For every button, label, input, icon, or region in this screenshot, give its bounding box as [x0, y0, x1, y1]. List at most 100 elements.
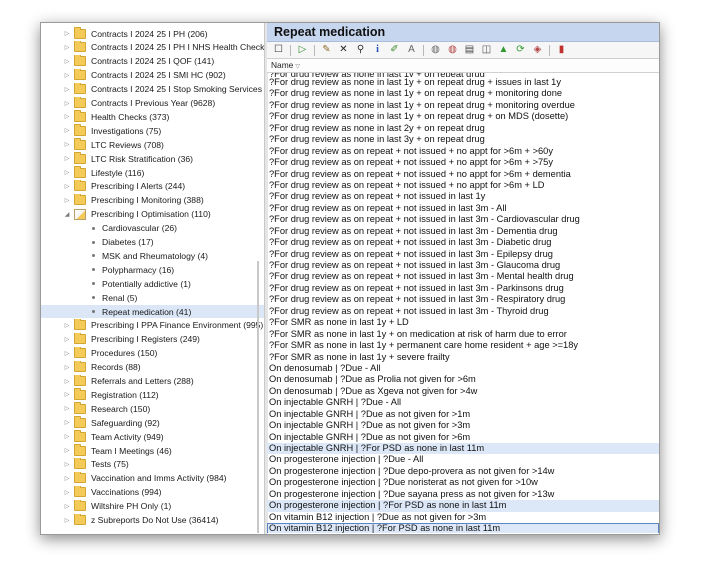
list-item[interactable]: ?For drug review as on repeat + not issu… — [267, 271, 659, 282]
list-item[interactable]: ?For SMR as none in last 1y + permanent … — [267, 340, 659, 351]
tree-item[interactable]: ▷ Registration (112) — [41, 388, 264, 401]
report-icon[interactable]: ▤ — [462, 43, 477, 57]
list-item[interactable]: ?For drug review as none in last 1y + on… — [267, 100, 659, 111]
info-icon[interactable]: i — [370, 43, 385, 57]
list-item[interactable]: On injectable GNRH | ?Due as not given f… — [267, 432, 659, 443]
tree-item[interactable]: ▷ Records (88) — [41, 360, 264, 374]
expand-icon[interactable]: ▷ — [63, 100, 71, 107]
list-item[interactable]: On vitamin B12 injection | ?Due as not g… — [267, 512, 659, 523]
expand-icon[interactable]: ▷ — [63, 30, 71, 37]
tree-item[interactable]: ▷ Wiltshire PH Only (1) — [41, 499, 264, 513]
tree-item[interactable]: ▷ Team Activity (949) — [41, 430, 264, 443]
list-item[interactable]: On progesterone injection | ?For PSD as … — [267, 500, 659, 512]
new-icon[interactable]: ☐ — [271, 43, 286, 57]
list-item[interactable]: ?For drug review as on repeat + not issu… — [267, 283, 659, 294]
tree-item[interactable]: ▷ Contracts I Previous Year (9628) — [41, 96, 264, 110]
tree-item[interactable]: Renal (5) — [41, 291, 264, 304]
expand-icon[interactable]: ▷ — [63, 197, 71, 204]
list-item[interactable]: On vitamin B12 injection | ?For PSD as n… — [267, 523, 659, 533]
tree-item[interactable]: ▷ Prescribing I Registers (249) — [41, 332, 264, 346]
list-item[interactable]: On progesterone injection | ?Due - All — [267, 454, 659, 465]
list-item[interactable]: ?For drug review as none in last 3y + on… — [267, 134, 659, 145]
tree-item[interactable]: ▷ Procedures (150) — [41, 346, 264, 360]
import-icon[interactable]: ◍ — [445, 43, 460, 57]
list-item[interactable]: On progesterone injection | ?Due noriste… — [267, 477, 659, 488]
list-item[interactable]: ?For drug review as on repeat + not issu… — [267, 294, 659, 305]
delete-icon[interactable]: ✕ — [336, 43, 351, 57]
tree-item[interactable]: ▷ LTC Reviews (708) — [41, 138, 264, 151]
expand-icon[interactable]: ▷ — [63, 391, 71, 398]
list-item[interactable]: On progesterone injection | ?Due depo-pr… — [267, 466, 659, 477]
list-item[interactable]: ?For drug review as none in last 1y + on… — [267, 77, 659, 88]
list-item[interactable]: ?For drug review as on repeat + not issu… — [267, 203, 659, 214]
tree-item[interactable]: ▷ Safeguarding (92) — [41, 416, 264, 429]
expand-icon[interactable]: ▷ — [63, 489, 71, 496]
expand-icon[interactable]: ▷ — [63, 183, 71, 190]
list-item[interactable]: ?For drug review as on repeat + not issu… — [267, 157, 659, 168]
list-item[interactable]: ?For drug review as on repeat + not issu… — [267, 146, 659, 157]
pen-icon[interactable]: ✐ — [387, 43, 402, 57]
expand-icon[interactable]: ▷ — [63, 336, 71, 343]
expand-icon[interactable]: ▷ — [63, 405, 71, 412]
collapse-icon[interactable]: ◢ — [63, 211, 71, 218]
list-item[interactable]: On denosumab | ?Due as Prolia not given … — [267, 374, 659, 385]
list-item[interactable]: ?For drug review as on repeat + not issu… — [267, 169, 659, 180]
list-item[interactable]: On denosumab | ?Due as Xgeva not given f… — [267, 386, 659, 397]
book-icon[interactable]: ▮ — [554, 43, 569, 57]
list-item[interactable]: ?For drug review as on repeat + not issu… — [267, 214, 659, 225]
list-item[interactable]: ?For drug review as none in last 1y + on… — [267, 111, 659, 122]
tree-item[interactable]: ▷ Tests (75) — [41, 457, 264, 471]
tree-item[interactable]: ▷ Investigations (75) — [41, 124, 264, 137]
tree-item[interactable]: Cardiovascular (26) — [41, 222, 264, 235]
list-item[interactable]: ?For drug review as on repeat + not issu… — [267, 180, 659, 191]
expand-icon[interactable]: ▷ — [63, 475, 71, 482]
tree-item[interactable]: Repeat medication (41) — [41, 305, 264, 318]
expand-icon[interactable]: ▷ — [63, 155, 71, 162]
expand-icon[interactable]: ▷ — [63, 127, 71, 134]
move-up-icon[interactable]: ▲ — [496, 43, 511, 57]
list-item[interactable]: ?For drug review as on repeat + not issu… — [267, 249, 659, 260]
expand-icon[interactable]: ▷ — [63, 364, 71, 371]
tree-item[interactable]: Polypharmacy (16) — [41, 263, 264, 276]
list-item[interactable]: On injectable GNRH | ?Due - All — [267, 397, 659, 408]
tree-item[interactable]: ▷ Contracts I 2024 25 I Stop Smoking Serv… — [41, 82, 264, 96]
expand-icon[interactable]: ▷ — [63, 350, 71, 357]
list-item[interactable]: ?For drug review as on repeat + not issu… — [267, 237, 659, 248]
list-item[interactable]: ?For SMR as none in last 1y + severe fra… — [267, 352, 659, 363]
expand-icon[interactable]: ▷ — [63, 86, 71, 93]
expand-icon[interactable]: ▷ — [63, 113, 71, 120]
list-item[interactable]: On injectable GNRH | ?Due as not given f… — [267, 409, 659, 420]
tree-item[interactable]: Potentially addictive (1) — [41, 277, 264, 290]
list-item[interactable]: ?For drug review as none in last 2y + on… — [267, 123, 659, 134]
list-item[interactable]: ?For drug review as none in last 1y + on… — [267, 88, 659, 99]
expand-icon[interactable]: ▷ — [63, 503, 71, 510]
tree-item[interactable]: ▷ Prescribing I Monitoring (388) — [41, 193, 264, 207]
export-icon[interactable]: ◍ — [428, 43, 443, 57]
expand-icon[interactable]: ▷ — [63, 322, 71, 329]
tree-item[interactable]: ▷ Team I Meetings (46) — [41, 444, 264, 457]
tree-item[interactable]: ▷ Prescribing I Alerts (244) — [41, 179, 264, 193]
expand-icon[interactable]: ▷ — [63, 433, 71, 440]
expand-icon[interactable]: ▷ — [63, 44, 71, 51]
run-icon[interactable]: ▷ — [295, 43, 310, 57]
tree-item[interactable]: ▷ Contracts I 2024 25 I PH (206) — [41, 27, 264, 40]
expand-icon[interactable]: ▷ — [63, 419, 71, 426]
list-item[interactable]: ?For drug review as on repeat + not issu… — [267, 260, 659, 271]
list-item[interactable]: On denosumab | ?Due - All — [267, 363, 659, 374]
expand-icon[interactable]: ▷ — [63, 447, 71, 454]
list-item[interactable]: On injectable GNRH | ?For PSD as none in… — [267, 443, 659, 455]
list-item[interactable]: ?For SMR as none in last 1y + on medicat… — [267, 329, 659, 340]
tree-item[interactable]: ▷ Health Checks (373) — [41, 110, 264, 123]
search-icon[interactable]: ⚲ — [353, 43, 368, 57]
tree-item[interactable]: ▷ Lifestyle (116) — [41, 166, 264, 179]
tree-item[interactable]: ▷ Referrals and Letters (288) — [41, 374, 264, 388]
list-item[interactable]: On progesterone injection | ?Due sayana … — [267, 489, 659, 500]
tree-item[interactable]: ▷ LTC Risk Stratification (36) — [41, 152, 264, 165]
font-icon[interactable]: A — [404, 43, 419, 57]
expand-icon[interactable]: ▷ — [63, 461, 71, 468]
tree-item[interactable]: Diabetes (17) — [41, 236, 264, 249]
name-column-header[interactable]: Name ▽ — [267, 59, 659, 73]
expand-icon[interactable]: ▷ — [63, 58, 71, 65]
expand-icon[interactable]: ▷ — [63, 169, 71, 176]
tree-item[interactable]: ▷ Prescribing I PPA Finance Environment (… — [41, 318, 264, 332]
